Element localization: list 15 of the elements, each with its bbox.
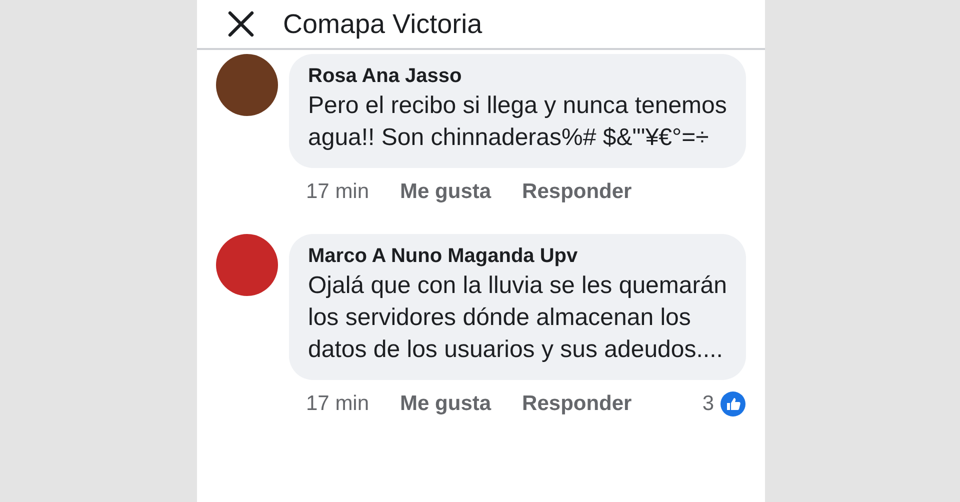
page-title: Comapa Victoria: [283, 8, 482, 41]
author-name[interactable]: Rosa Ana Jasso: [308, 62, 732, 90]
comment-text: Ojalá que con la lluvia se les quemarán los servidores dónde almacenan los datos de los usuarios y sus adeudos....: [308, 271, 728, 365]
reply-link[interactable]: Responder: [522, 176, 632, 208]
author-name[interactable]: Marco A Nuno Maganda Upv: [308, 242, 732, 270]
comment-time: 17 min: [306, 179, 370, 206]
like-icon[interactable]: [720, 391, 746, 417]
close-button[interactable]: [227, 10, 255, 38]
comment-text: Pero el recibo si llega y nunca tenemos agua!! Son chinnaderas%# $&"'¥€°=÷: [308, 91, 728, 153]
comment-time: 17 min: [306, 391, 370, 418]
like-link[interactable]: Me gusta: [400, 176, 492, 208]
like-link[interactable]: Me gusta: [400, 388, 492, 420]
reply-link[interactable]: Responder: [522, 388, 632, 420]
close-icon: [228, 11, 254, 37]
reaction-count: 3: [702, 391, 714, 418]
